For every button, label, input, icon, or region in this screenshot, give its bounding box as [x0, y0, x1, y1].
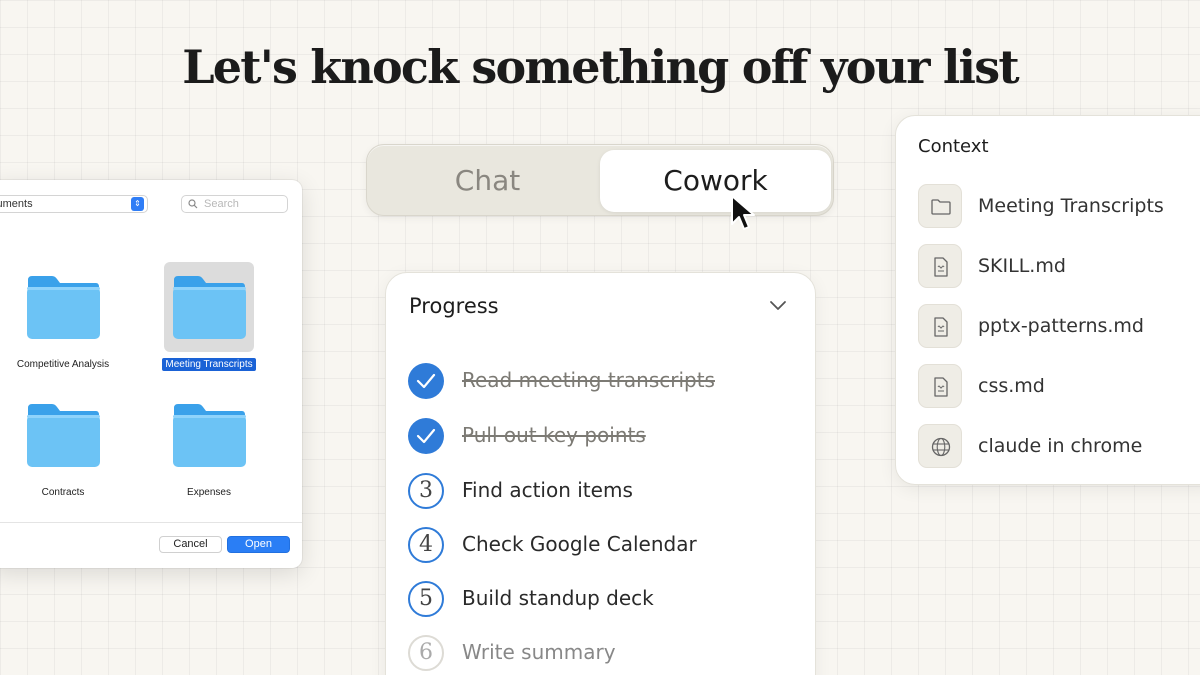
- context-item-label: claude in chrome: [978, 435, 1143, 457]
- folder-icon: [173, 276, 246, 339]
- globe-icon: [931, 437, 951, 457]
- context-item-label: Meeting Transcripts: [978, 195, 1164, 217]
- mouse-pointer-icon: [731, 195, 755, 230]
- search-placeholder: Search: [204, 198, 239, 210]
- step-label: Write summary: [462, 640, 616, 664]
- mode-toggle: Chat Cowork: [366, 144, 834, 216]
- open-button[interactable]: Open: [227, 536, 290, 553]
- context-item[interactable]: SKILL.md: [918, 244, 1200, 288]
- progress-step: 3 Find action items: [408, 473, 798, 511]
- folder-icon: [173, 404, 246, 467]
- folder-label: Competitive Analysis: [16, 359, 110, 370]
- folder-item-contracts[interactable]: Contracts: [0, 390, 128, 499]
- progress-step: 4 Check Google Calendar: [408, 527, 798, 565]
- folder-label: Expenses: [187, 487, 231, 498]
- document-icon: [934, 257, 948, 277]
- mode-option-cowork[interactable]: Cowork: [600, 150, 831, 212]
- context-item[interactable]: css.md: [918, 364, 1200, 408]
- context-item-label: SKILL.md: [978, 255, 1066, 277]
- headline: Let's knock something off your list: [182, 40, 1019, 94]
- document-icon: [934, 377, 948, 397]
- folder-icon: [931, 199, 951, 215]
- progress-step: 5 Build standup deck: [408, 581, 798, 619]
- search-icon: [188, 199, 198, 209]
- check-icon: [408, 418, 444, 454]
- step-label: Build standup deck: [462, 586, 654, 610]
- progress-card: Progress Read meeting transcripts Pull o…: [385, 272, 816, 675]
- step-number: 3: [408, 473, 444, 509]
- folder-label: Contracts: [41, 487, 85, 498]
- folder-item-expenses[interactable]: Expenses: [144, 390, 274, 499]
- context-item[interactable]: pptx-patterns.md: [918, 304, 1200, 348]
- folder-item-meeting-transcripts[interactable]: Meeting Transcripts: [144, 262, 274, 371]
- context-item[interactable]: claude in chrome: [918, 424, 1200, 468]
- location-select[interactable]: cuments ⇕: [0, 195, 148, 213]
- location-label: cuments: [0, 198, 33, 210]
- step-label: Read meeting transcripts: [462, 368, 715, 392]
- step-label: Find action items: [462, 478, 633, 502]
- context-item-label: pptx-patterns.md: [978, 315, 1144, 337]
- chevron-down-icon[interactable]: [769, 300, 787, 312]
- document-icon: [934, 317, 948, 337]
- progress-step: 6 Write summary: [408, 635, 798, 673]
- step-number: 6: [408, 635, 444, 671]
- dialog-divider: [0, 522, 302, 523]
- folder-icon: [27, 404, 100, 467]
- folder-label: Meeting Transcripts: [162, 358, 256, 371]
- step-label: Check Google Calendar: [462, 532, 697, 556]
- progress-title: Progress: [409, 294, 499, 318]
- progress-step: Pull out key points: [408, 418, 798, 456]
- cancel-button[interactable]: Cancel: [159, 536, 222, 553]
- context-item-label: css.md: [978, 375, 1045, 397]
- check-icon: [408, 363, 444, 399]
- chevron-updown-icon[interactable]: ⇕: [131, 197, 144, 211]
- step-number: 5: [408, 581, 444, 617]
- context-card: Context Meeting Transcripts SKILL.md ppt…: [895, 115, 1200, 485]
- progress-step: Read meeting transcripts: [408, 363, 798, 401]
- context-item[interactable]: Meeting Transcripts: [918, 184, 1200, 228]
- context-title: Context: [918, 136, 989, 157]
- mode-option-chat[interactable]: Chat: [372, 150, 603, 212]
- search-input[interactable]: Search: [181, 195, 288, 213]
- file-open-dialog: cuments ⇕ Search Competitive Analysis Me…: [0, 180, 302, 568]
- folder-item-competitive-analysis[interactable]: Competitive Analysis: [0, 262, 128, 371]
- step-label: Pull out key points: [462, 423, 646, 447]
- folder-icon: [27, 276, 100, 339]
- step-number: 4: [408, 527, 444, 563]
